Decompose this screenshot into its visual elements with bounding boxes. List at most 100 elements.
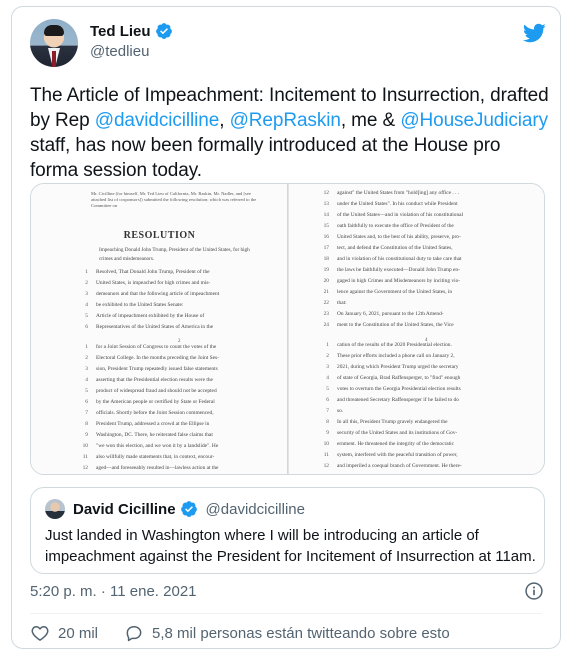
document-line-number: 3 [85, 366, 88, 372]
document-line-text: under the United States". In his conduct… [337, 201, 458, 207]
document-right-pagenum: 4 [425, 338, 428, 343]
document-line: 8 In all this, President Trump gravely en… [289, 417, 544, 428]
document-line: 9 Washington, DC. There, he reiterated fa… [31, 430, 288, 441]
document-line: 3 2021, during which President Trump urge… [289, 362, 544, 373]
author-avatar[interactable] [30, 19, 78, 67]
document-line: 1 cation of the results of the 2020 Presi… [289, 340, 544, 351]
document-title: RESOLUTION [123, 230, 196, 241]
document-line: 3 demeanors and that the following articl… [31, 289, 288, 300]
document-line-number: 5 [326, 386, 329, 392]
document-line-number: 10 [323, 441, 329, 447]
document-line-number: 14 [323, 212, 329, 218]
document-line: 3 sion, President Trump repeatedly issued… [31, 364, 288, 375]
document-line-text: demeanors and that the following article… [96, 291, 220, 297]
document-line-text: for a Joint Session of Congress to count… [96, 344, 217, 350]
document-line: 15 oath faithfully to execute the office … [289, 221, 544, 232]
tweet-timestamp[interactable]: 5:20 p. m. · 11 ene. 2021 [30, 583, 197, 600]
conversation-button[interactable]: 5,8 mil personas están twitteando sobre … [124, 623, 450, 643]
document-line-text: of the United States—and in violation of… [337, 212, 464, 218]
document-line-text: be exhibited to the United States Senate… [96, 302, 184, 308]
document-line: 13 under the United States". In his condu… [289, 199, 544, 210]
document-line-number: 1 [85, 344, 88, 350]
document-line-number: 1 [85, 269, 88, 275]
mention-link-repraskin[interactable]: @RepRaskin [230, 110, 341, 131]
quoted-author-handle: @davidcicilline [205, 500, 305, 518]
document-line-number: 20 [323, 278, 329, 284]
document-line-number: 5 [85, 388, 88, 394]
info-icon[interactable] [524, 581, 544, 601]
document-line-text: so. [337, 408, 344, 414]
document-line: 10 ernment. He threatened the integrity o… [289, 439, 544, 450]
document-line-number: 13 [323, 201, 329, 207]
document-line-text: ment to the Constitution of the United S… [337, 322, 454, 328]
document-line: 5 Article of impeachment exhibited by the… [31, 311, 288, 322]
document-line-number: 17 [323, 245, 329, 251]
talking-count: 5,8 mil personas están twitteando sobre … [152, 624, 450, 642]
document-line-number: 8 [85, 421, 88, 427]
document-line-number: 9 [326, 430, 329, 436]
document-line-text: United States, is impeached for high cri… [96, 280, 211, 286]
document-line-number: 5 [85, 313, 88, 319]
quoted-tweet[interactable]: David Cicilline @davidcicilline Just lan… [30, 487, 545, 574]
document-line-text: the laws be faithfully executed—Donald J… [337, 267, 460, 273]
document-line-number: 3 [326, 364, 329, 370]
document-line-text: "we won this election, and we won it by … [96, 443, 219, 449]
document-line-text: also willfully made statements that, in … [96, 454, 215, 460]
document-top-note: Mr. Cicilline (for himself, Mr. Ted Lieu… [91, 191, 257, 208]
document-line-text: asserting that the Presidential election… [96, 377, 213, 383]
document-line: 5 votes to overturn the Georgia President… [289, 384, 544, 395]
document-line-text: security of the United States and its in… [337, 430, 458, 436]
document-line-text: Article of impeachment exhibited by the … [96, 313, 205, 319]
document-line-number: 3 [85, 291, 88, 297]
document-line-number: 10 [82, 443, 88, 449]
document-line-text: of state of Georgia, Brad Raffensperger,… [337, 375, 461, 381]
document-line-number: 7 [326, 408, 329, 414]
document-line: 6 by the American people or certified by … [31, 397, 288, 408]
document-line-text: tect, and defend the Constitution of the… [337, 245, 453, 251]
document-line-number: 12 [323, 190, 329, 196]
document-line: 6 Representatives of the United States of… [31, 322, 288, 333]
document-line-text: and in violation of his constitutional d… [337, 256, 462, 262]
document-line-number: 2 [85, 355, 88, 361]
document-line: 1 Resolved, That Donald John Trump, Presi… [31, 267, 288, 278]
document-line-number: 19 [323, 267, 329, 273]
document-line-number: 9 [85, 432, 88, 438]
document-line: 6 and threatened Secretary Raffensperger … [289, 395, 544, 406]
quoted-author-avatar [45, 499, 65, 519]
document-line-number: 12 [82, 465, 88, 471]
bird-icon[interactable] [522, 21, 546, 45]
mention-link-davidcicilline[interactable]: @davidcicilline [95, 110, 220, 131]
document-line-number: 4 [85, 302, 88, 308]
author-name-row[interactable]: Ted Lieu [90, 22, 173, 40]
document-line: 9 security of the United States and its i… [289, 428, 544, 439]
document-line-number: 4 [326, 375, 329, 381]
document-line-number: 2 [326, 353, 329, 359]
document-left-pagenum: 2 [178, 339, 181, 344]
document-line-text: gaged in high Crimes and Misdemeanors by… [337, 278, 461, 284]
like-button[interactable]: 20 mil [30, 623, 98, 643]
document-intro: Impeaching Donald John Trump, President … [99, 247, 250, 262]
document-line-number: 8 [326, 419, 329, 425]
author-handle[interactable]: @tedlieu [90, 43, 149, 60]
document-line: 12 aged—and foreseeably resulted in—lawle… [31, 463, 288, 474]
document-line-number: 16 [323, 234, 329, 240]
document-line: 2 These prior efforts included a phone ca… [289, 351, 544, 362]
document-line-text: These prior efforts included a phone cal… [337, 353, 455, 359]
document-line-number: 22 [323, 300, 329, 306]
document-line-text: and threatened Secretary Raffensperger i… [337, 397, 459, 403]
document-line-text: that: [337, 300, 347, 306]
document-line-text: system, interfered with the peaceful tra… [337, 452, 458, 458]
document-line-number: 6 [85, 399, 88, 405]
mention-link-housejudiciary[interactable]: @HouseJudiciary [400, 110, 548, 131]
document-line-text: cation of the results of the 2020 Presid… [337, 342, 452, 348]
resolution-document-image[interactable]: Mr. Cicilline (for himself, Mr. Ted Lieu… [30, 183, 545, 475]
document-line-number: 4 [85, 377, 88, 383]
author-display-name[interactable]: Ted Lieu [90, 23, 151, 40]
document-line-number: 21 [323, 289, 329, 295]
quoted-tweet-text: Just landed in Washington where I will b… [45, 527, 536, 565]
document-line-text: United States and, to the best of his ab… [337, 234, 461, 240]
document-line: 14 of the United States—and in violation … [289, 210, 544, 221]
document-line-text: Resolved, That Donald John Trump, Presid… [96, 269, 210, 275]
document-line: 24 ment to the Constitution of the United… [289, 320, 544, 331]
document-line-number: 12 [323, 463, 329, 469]
